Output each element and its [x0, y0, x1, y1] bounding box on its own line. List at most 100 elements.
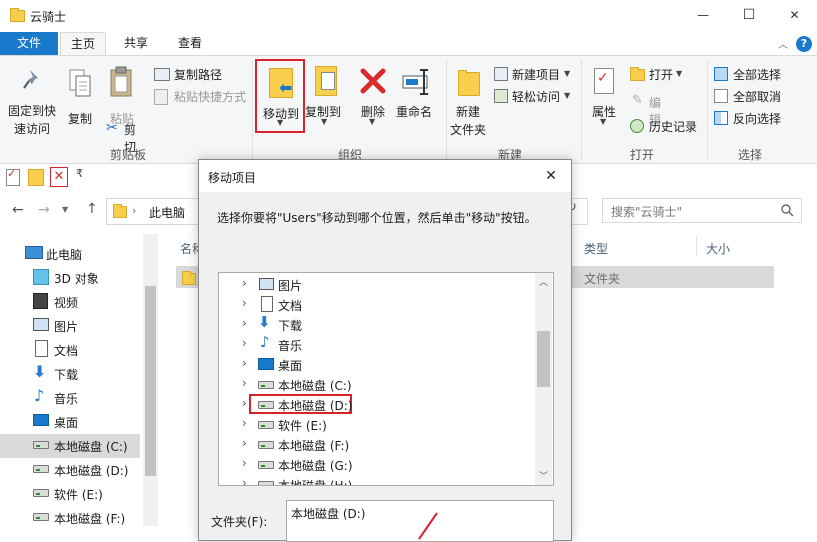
sidebar-item-label: 软件 (E:): [54, 488, 103, 502]
tree-scrollbar[interactable]: ︿ ﹀: [535, 273, 552, 485]
ribbon-divider: [252, 60, 253, 160]
copy-icon: [69, 69, 91, 97]
3d-objects-icon: [33, 269, 49, 285]
tree-item-downloads[interactable]: › ⬇ 下载: [219, 313, 535, 334]
sidebar-item-drive-f[interactable]: 本地磁盘 (F:): [0, 506, 140, 530]
folder-field[interactable]: 本地磁盘 (D:): [286, 500, 554, 542]
chevron-up-icon[interactable]: ︿: [778, 36, 788, 51]
copy-to-button[interactable]: 复制到 ▼: [305, 64, 347, 134]
tree-item-documents[interactable]: › 文档: [219, 294, 535, 314]
up-arrow-icon[interactable]: ↑: [86, 201, 98, 217]
copy-button[interactable]: 复制: [62, 64, 98, 144]
sidebar-item-desktop[interactable]: 桌面: [0, 410, 140, 434]
tab-file[interactable]: 文件: [0, 32, 58, 56]
tree-item-pictures[interactable]: › 图片: [219, 274, 535, 294]
folder-icon: [10, 8, 25, 22]
delete-button[interactable]: 删除 ▼: [352, 64, 394, 134]
drive-icon: [33, 465, 49, 473]
ribbon-divider: [581, 60, 582, 160]
scroll-up-icon[interactable]: ︿: [539, 275, 548, 288]
maximize-button[interactable]: ☐: [726, 0, 772, 32]
sidebar-item-pictures[interactable]: 图片: [0, 314, 140, 338]
dialog-instruction: 选择你要将"Users"移动到哪个位置，然后单击"移动"按钮。: [217, 211, 537, 225]
copy-path-icon: [154, 68, 170, 81]
tree-item-drive-e[interactable]: › 软件 (E:): [219, 414, 535, 434]
annotation-arrow-icon: [418, 512, 438, 540]
expand-chevron-icon[interactable]: ›: [242, 296, 247, 310]
tree-item-label: 图片: [278, 279, 303, 293]
tab-view[interactable]: 查看: [162, 32, 218, 56]
properties-button[interactable]: ✓ 属性 ▼: [586, 64, 624, 140]
sidebar-scroll-thumb[interactable]: [145, 286, 156, 476]
help-icon[interactable]: ?: [796, 36, 812, 52]
pictures-icon: [259, 278, 274, 290]
tree-item-drive-d[interactable]: › 本地磁盘 (D:): [219, 394, 535, 414]
delete-qat-icon[interactable]: ✕: [50, 167, 68, 187]
expand-chevron-icon[interactable]: ›: [242, 396, 247, 410]
dialog-close-button[interactable]: ✕: [535, 162, 567, 190]
window-title: 云骑士: [30, 10, 67, 24]
scroll-down-icon[interactable]: ﹀: [539, 469, 548, 482]
documents-icon: [261, 296, 273, 312]
column-header-size[interactable]: 大小: [706, 240, 730, 257]
sidebar-item-label: 本地磁盘 (F:): [54, 512, 126, 526]
ribbon: 固定到快 速访问 复制 粘贴 复制路径 粘贴快捷方式 ✂ 剪切 剪贴板 ⬅ 移动…: [0, 55, 817, 164]
sidebar-item-downloads[interactable]: ⬇ 下载: [0, 362, 140, 386]
new-folder-button[interactable]: 新建 文件夹: [448, 64, 490, 144]
sidebar-item-3d-objects[interactable]: 3D 对象: [0, 266, 140, 290]
new-item-dropdown-icon: ▼: [564, 69, 571, 78]
expand-chevron-icon[interactable]: ›: [242, 476, 247, 485]
expand-chevron-icon[interactable]: ›: [242, 276, 247, 290]
expand-chevron-icon[interactable]: ›: [242, 416, 247, 430]
sidebar-item-videos[interactable]: 视频: [0, 290, 140, 314]
open-folder-icon: [630, 67, 645, 81]
search-input[interactable]: 搜索"云骑士": [602, 198, 802, 223]
sidebar-item-drive-c[interactable]: 本地磁盘 (C:): [0, 434, 140, 458]
sidebar-scrollbar[interactable]: [143, 234, 158, 526]
rename-button[interactable]: 重命名: [396, 64, 440, 134]
column-header-type[interactable]: 类型: [584, 240, 608, 257]
new-folder-qat-icon[interactable]: [28, 169, 44, 186]
close-button[interactable]: ✕: [772, 0, 817, 32]
forward-arrow-icon[interactable]: →: [38, 202, 50, 218]
open-group-label: 打开: [629, 148, 654, 162]
tree-item-label: 软件 (E:): [278, 419, 327, 433]
breadcrumb[interactable]: 此电脑: [149, 204, 185, 221]
tree-item-drive-h[interactable]: › 本地磁盘 (H:): [219, 474, 535, 486]
tree-item-label: 本地磁盘 (H:): [278, 479, 353, 486]
tree-item-drive-c[interactable]: › 本地磁盘 (C:): [219, 374, 535, 394]
expand-chevron-icon[interactable]: ›: [242, 456, 247, 470]
paste-icon: [110, 66, 132, 97]
sidebar-item-music[interactable]: ♪ 音乐: [0, 386, 140, 410]
pin-to-quick-access-button[interactable]: 固定到快 速访问: [4, 64, 62, 144]
desktop-icon: [33, 414, 49, 426]
minimize-button[interactable]: —: [680, 0, 726, 32]
folder-icon: [182, 271, 196, 285]
expand-chevron-icon[interactable]: ›: [242, 336, 247, 350]
expand-chevron-icon[interactable]: ›: [242, 356, 247, 370]
sidebar-item-drive-d[interactable]: 本地磁盘 (D:): [0, 458, 140, 482]
check-icon: ✓: [7, 167, 17, 180]
expand-chevron-icon[interactable]: ›: [242, 376, 247, 390]
expand-chevron-icon[interactable]: ›: [242, 436, 247, 450]
tab-share[interactable]: 共享: [108, 32, 164, 56]
pictures-icon: [33, 318, 49, 331]
folder-tree[interactable]: ︿ ﹀ › 图片 › 文档 › ⬇ 下载 › ♪ 音乐 › 桌面 › 本地磁盘 …: [218, 272, 554, 486]
tab-home[interactable]: 主页: [60, 32, 106, 56]
expand-chevron-icon[interactable]: ›: [242, 316, 247, 330]
back-arrow-icon[interactable]: ←: [12, 202, 24, 218]
sidebar-item-documents[interactable]: 文档: [0, 338, 140, 362]
sidebar-item-drive-e[interactable]: 软件 (E:): [0, 482, 140, 506]
dialog-title: 移动项目: [208, 171, 257, 185]
move-to-button[interactable]: ⬅ 移动到 ▼: [255, 59, 305, 133]
recent-dropdown-icon[interactable]: ▼: [62, 205, 68, 214]
tree-item-drive-f[interactable]: › 本地磁盘 (F:): [219, 434, 535, 454]
tree-item-drive-g[interactable]: › 本地磁盘 (G:): [219, 454, 535, 474]
tree-item-music[interactable]: › ♪ 音乐: [219, 333, 535, 354]
tree-item-desktop[interactable]: › 桌面: [219, 354, 535, 374]
sidebar-item-label: 3D 对象: [54, 272, 99, 286]
qat-dropdown-icon[interactable]: ₹: [76, 167, 83, 180]
tree-scroll-thumb[interactable]: [537, 331, 550, 387]
select-none-icon: [714, 89, 728, 103]
sidebar-item-this-pc[interactable]: 此电脑: [0, 242, 140, 266]
